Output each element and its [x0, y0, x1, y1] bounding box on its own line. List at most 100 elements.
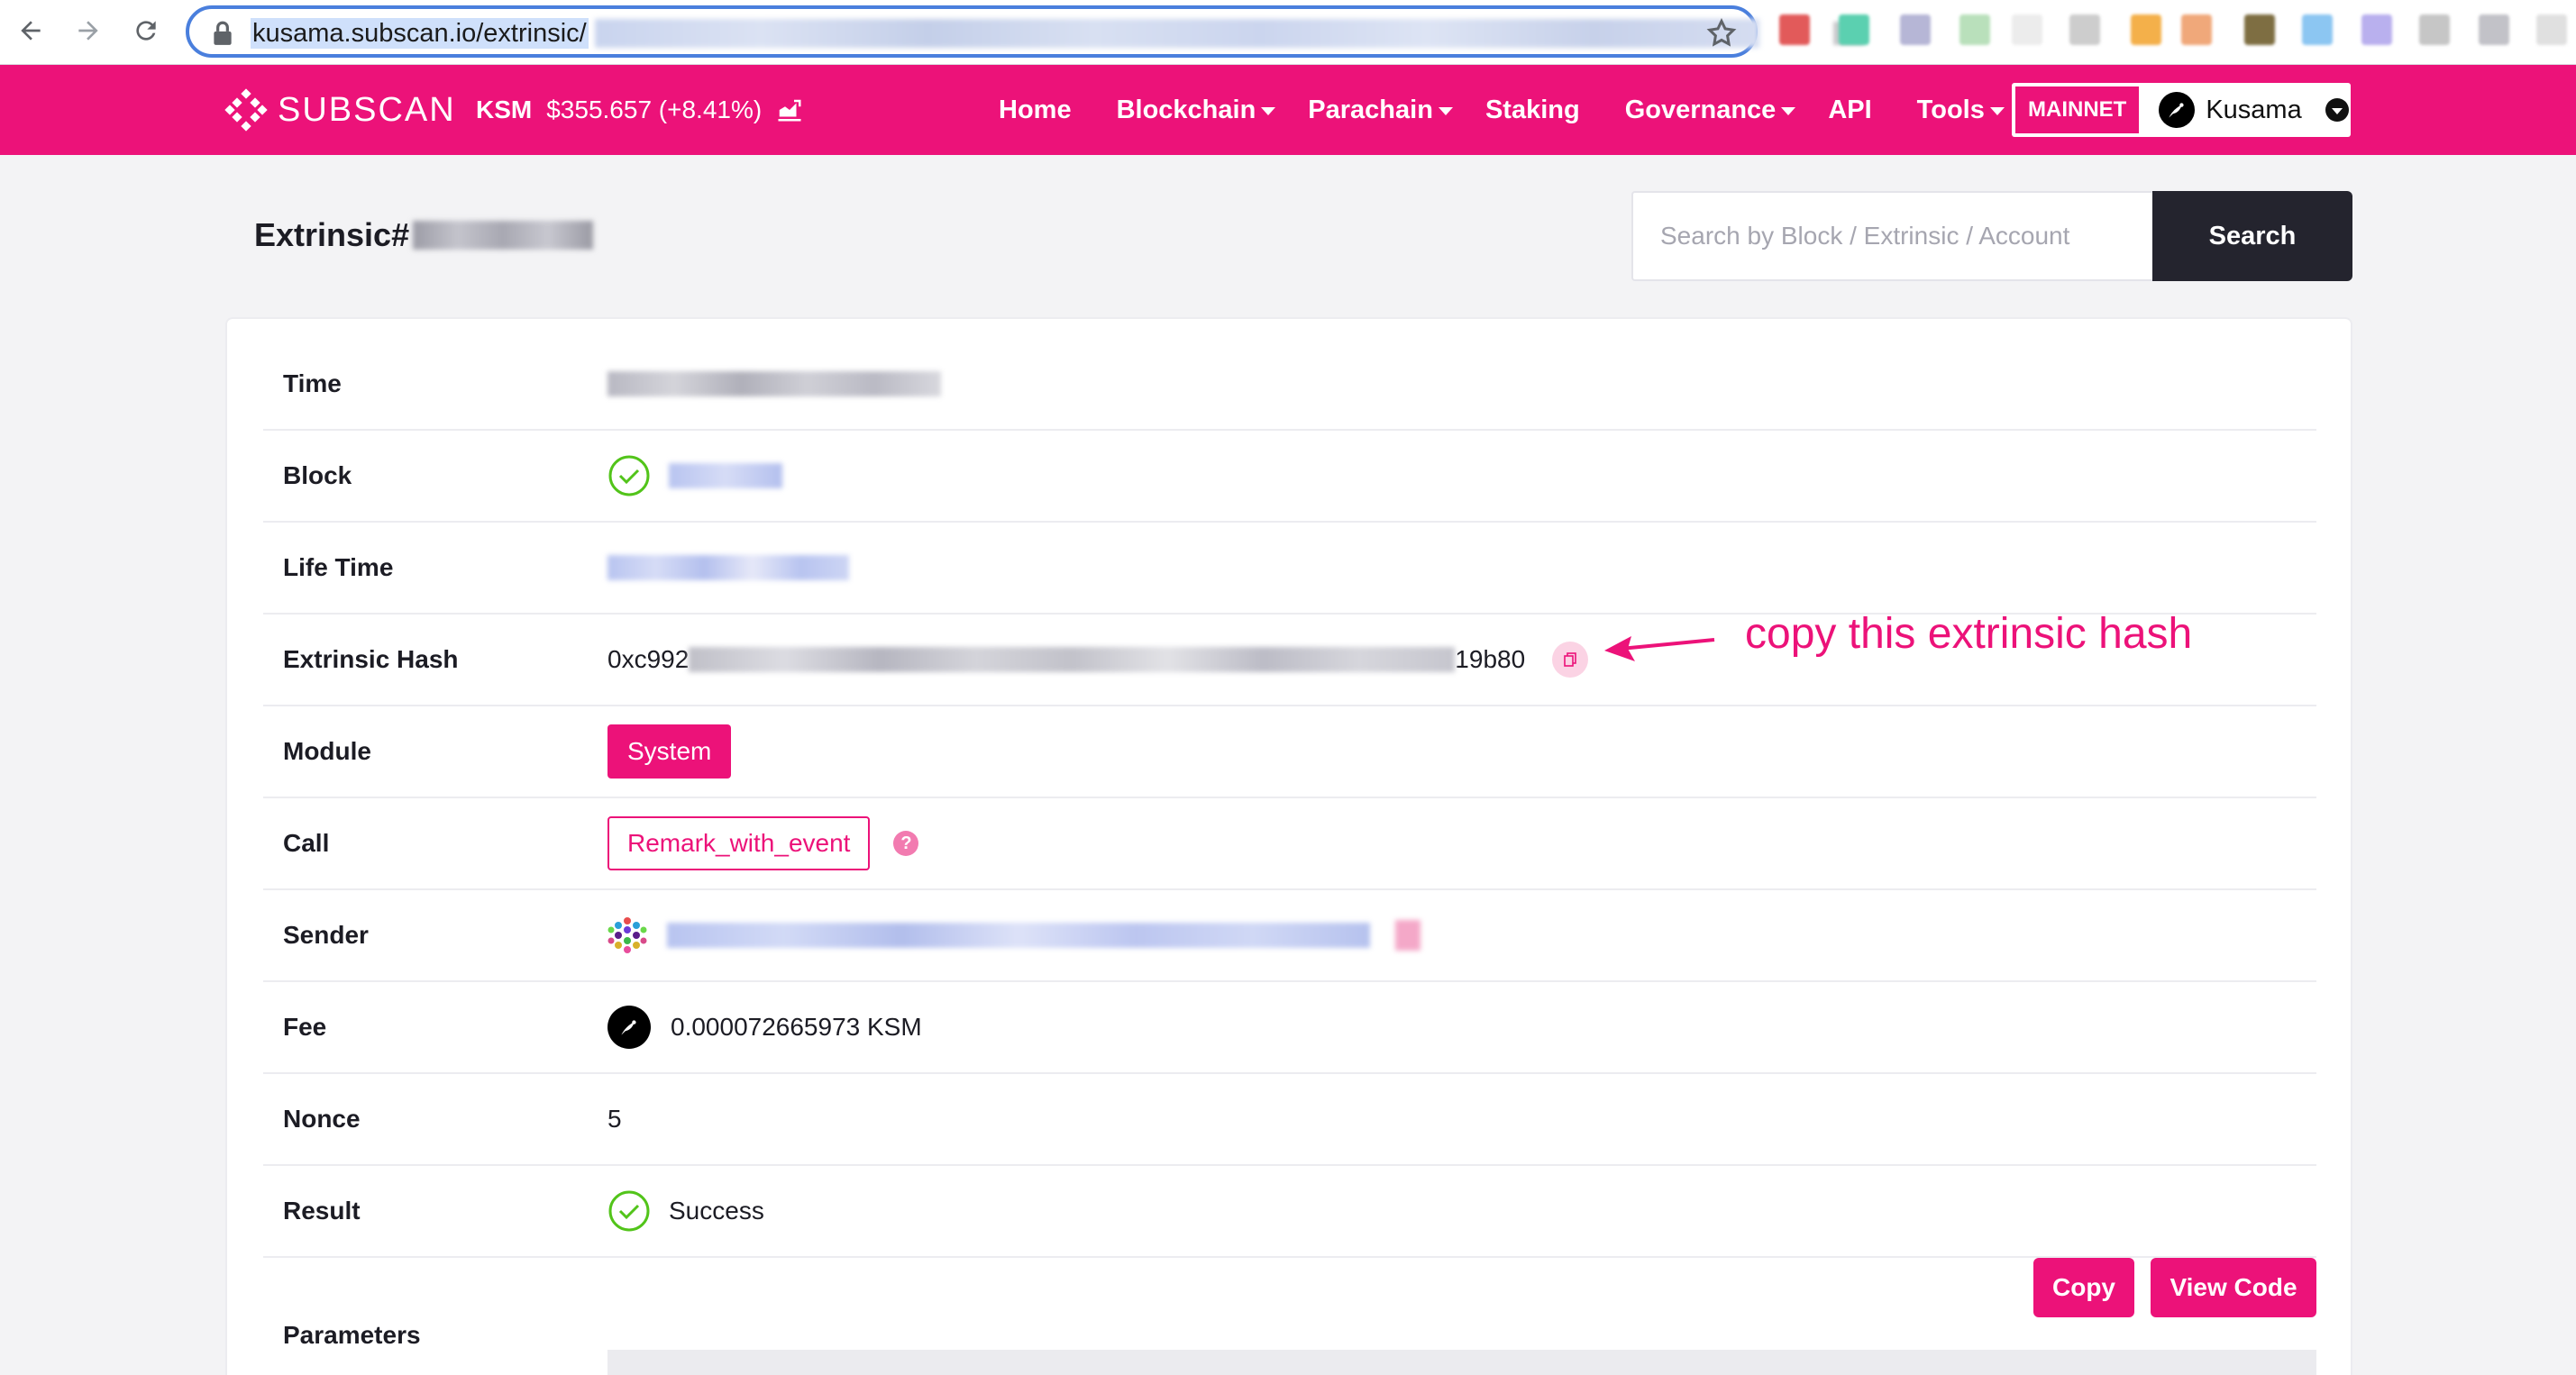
copy-hash-button[interactable]	[1552, 642, 1589, 678]
url-text: kusama.subscan.io/extrinsic/	[251, 18, 589, 49]
detail-row-call: Call Remark_with_event ?	[263, 798, 2316, 890]
success-check-icon	[608, 1190, 650, 1232]
extrinsic-id-redacted	[413, 221, 594, 250]
copy-params-button[interactable]: Copy	[2033, 1258, 2134, 1317]
main-nav: Home Blockchain Parachain Staking Govern…	[999, 96, 2005, 125]
detail-row-fee: Fee 0.000072665973 KSM	[263, 982, 2316, 1074]
nonce-label: Nonce	[283, 1105, 361, 1133]
detail-row-result: Result Success	[263, 1166, 2316, 1258]
nav-governance[interactable]: Governance	[1625, 96, 1796, 125]
extension-icon[interactable]	[2181, 14, 2212, 45]
dropdown-circle-icon	[2325, 98, 2349, 122]
extension-icon[interactable]	[2361, 14, 2392, 45]
extension-icon[interactable]	[2244, 14, 2275, 45]
nonce-value: 5	[607, 1105, 622, 1133]
network-switcher[interactable]: MAINNET Kusama	[2012, 83, 2351, 137]
extension-icon[interactable]	[1900, 14, 1931, 45]
reload-button[interactable]	[126, 11, 166, 50]
lifetime-redacted[interactable]	[607, 555, 849, 580]
search-input[interactable]: Search by Block / Extrinsic / Account	[1631, 191, 2152, 281]
page-title: Extrinsic#	[254, 216, 594, 254]
nav-blockchain[interactable]: Blockchain	[1117, 96, 1276, 125]
copy-icon	[1564, 652, 1576, 667]
hash-end: 19b80	[1455, 645, 1526, 673]
network-selector[interactable]: Kusama	[2159, 92, 2349, 128]
lifetime-label: Life Time	[283, 553, 394, 581]
extension-icon[interactable]	[2012, 14, 2042, 45]
extension-icon[interactable]	[2131, 14, 2161, 45]
forward-button[interactable]	[69, 11, 108, 50]
extension-icon[interactable]	[2536, 14, 2567, 45]
fee-value: 0.000072665973 KSM	[671, 1013, 922, 1041]
annotation-arrow-icon	[1604, 636, 1715, 661]
extension-icon[interactable]	[2302, 14, 2333, 45]
extension-icon[interactable]	[1959, 14, 1990, 45]
nav-staking-label: Staking	[1484, 96, 1580, 124]
parameters-label: Parameters	[283, 1321, 421, 1349]
view-code-button[interactable]: View Code	[2151, 1258, 2316, 1317]
url-redacted	[595, 19, 1759, 48]
success-check-icon	[608, 455, 650, 496]
forward-arrow-icon	[78, 21, 98, 41]
detail-row-sender: Sender	[263, 890, 2316, 982]
result-label: Result	[283, 1197, 361, 1225]
detail-row-module: Module System	[263, 706, 2316, 798]
hash-label: Extrinsic Hash	[283, 645, 459, 673]
call-tag[interactable]: Remark_with_event	[607, 816, 871, 870]
caret-down-icon	[1781, 107, 1796, 115]
extension-icon[interactable]	[2069, 14, 2100, 45]
back-arrow-icon	[21, 21, 41, 41]
nav-tools[interactable]: Tools	[1917, 96, 2005, 125]
nav-home-label: Home	[999, 96, 1072, 124]
page-title-text: Extrinsic#	[254, 216, 410, 253]
nav-parachain[interactable]: Parachain	[1308, 96, 1453, 125]
bookmark-star-icon[interactable]	[1705, 17, 1738, 50]
lock-icon	[214, 21, 232, 45]
search-button[interactable]: Search	[2152, 191, 2352, 281]
nav-api-label: API	[1828, 96, 1872, 124]
caret-down-icon	[1989, 107, 2005, 115]
time-redacted	[607, 371, 941, 396]
detail-row-block: Block	[263, 431, 2316, 523]
search-placeholder: Search by Block / Extrinsic / Account	[1660, 222, 2070, 250]
extension-icon[interactable]	[1839, 14, 1869, 45]
back-button[interactable]	[11, 11, 50, 50]
logo-text: SUBSCAN	[278, 90, 456, 129]
nav-parachain-label: Parachain	[1308, 96, 1433, 124]
mainnet-badge: MAINNET	[2015, 87, 2140, 133]
kusama-token-icon	[607, 1006, 651, 1049]
copy-sender-button[interactable]	[1395, 920, 1420, 951]
nav-api[interactable]: API	[1828, 96, 1871, 125]
result-value: Success	[669, 1197, 764, 1225]
detail-row-lifetime: Life Time	[263, 523, 2316, 615]
subscan-logo-icon	[224, 88, 268, 132]
network-name: Kusama	[2206, 95, 2302, 124]
parameters-box	[607, 1350, 2316, 1375]
hash-start: 0xc992	[607, 645, 690, 673]
extension-icon[interactable]	[2479, 14, 2509, 45]
reload-icon	[136, 21, 156, 41]
identicon-avatar	[607, 917, 647, 953]
nav-tools-label: Tools	[1916, 96, 1985, 124]
nav-blockchain-label: Blockchain	[1116, 96, 1256, 124]
price-chart-icon[interactable]	[776, 96, 803, 123]
token-symbol: KSM	[476, 96, 533, 123]
sender-label: Sender	[283, 921, 369, 949]
block-number-link[interactable]	[669, 463, 782, 488]
extension-icon[interactable]	[2419, 14, 2450, 45]
detail-row-time: Time	[263, 339, 2316, 431]
detail-row-nonce: Nonce 5	[263, 1074, 2316, 1166]
sender-address-link[interactable]	[667, 923, 1370, 948]
site-header: SUBSCAN KSM $355.657 (+8.41%) Home Block…	[0, 65, 2576, 155]
subscan-logo[interactable]: SUBSCAN	[224, 88, 456, 132]
caret-down-icon	[1438, 107, 1453, 115]
nav-staking[interactable]: Staking	[1485, 96, 1580, 125]
help-icon[interactable]: ?	[893, 831, 919, 856]
module-tag[interactable]: System	[607, 724, 732, 779]
caret-down-icon	[1261, 107, 1276, 115]
address-bar[interactable]: kusama.subscan.io/extrinsic/	[186, 5, 1864, 58]
nav-home[interactable]: Home	[999, 96, 1072, 125]
time-label: Time	[283, 369, 342, 397]
extension-icon[interactable]	[1779, 14, 1810, 45]
kusama-logo-icon	[2159, 92, 2196, 128]
